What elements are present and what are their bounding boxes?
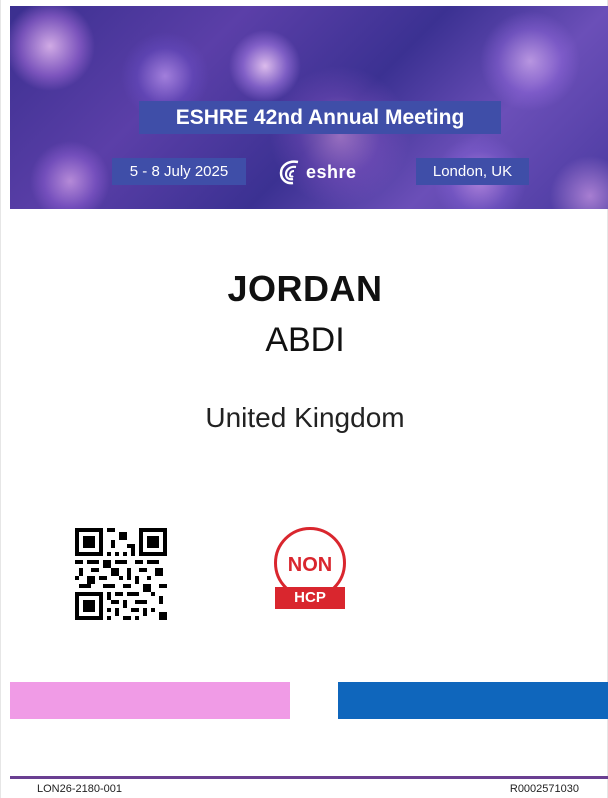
attendee-first-name: JORDAN [227,268,383,309]
badge-hcp-label: HCP [275,587,345,609]
qr-code-icon [75,528,167,620]
registration-code: LON26-2180-001 [37,783,123,795]
event-date: 5 - 8 July 2025 [112,158,246,185]
badge-page: ESHRE 42nd Annual Meeting 5 - 8 July 202… [0,0,608,798]
category-bar-left [10,682,290,719]
non-hcp-badge: NON HCP [270,527,352,611]
event-banner: ESHRE 42nd Annual Meeting 5 - 8 July 202… [10,6,608,209]
category-bar-right [338,682,608,719]
event-location: London, UK [416,158,529,185]
eshre-logo: eshre [278,156,357,188]
eshre-logo-text: eshre [306,161,357,182]
reference-code: R0002571030 [509,783,579,795]
footer-divider [10,776,608,779]
badge-non-label: NON [287,554,333,576]
eshre-logo-icon [279,160,299,185]
attendee-country: United Kingdom [205,402,405,433]
attendee-last-name: ABDI [265,321,345,359]
event-title: ESHRE 42nd Annual Meeting [139,101,501,134]
